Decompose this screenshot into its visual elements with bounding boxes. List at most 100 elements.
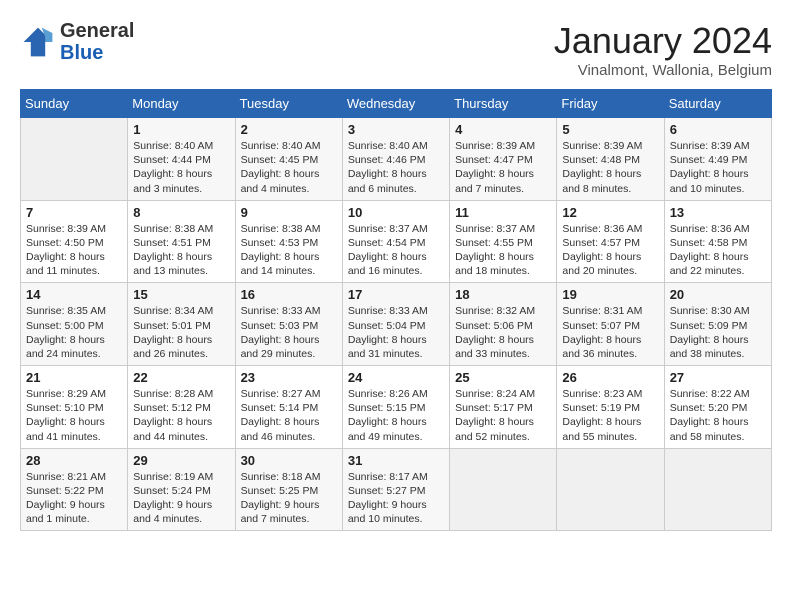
day-number: 20 xyxy=(670,287,766,302)
weekday-header-sunday: Sunday xyxy=(21,90,128,118)
cell-info: Sunrise: 8:22 AM Sunset: 5:20 PM Dayligh… xyxy=(670,387,766,444)
day-number: 29 xyxy=(133,453,229,468)
calendar-cell: 27 Sunrise: 8:22 AM Sunset: 5:20 PM Dayli… xyxy=(664,366,771,449)
week-row-5: 28Sunrise: 8:21 AM Sunset: 5:22 PM Dayli… xyxy=(21,448,772,531)
calendar-cell: 4 Sunrise: 8:39 AM Sunset: 4:47 PM Daylig… xyxy=(450,118,557,201)
cell-info: Sunrise: 8:19 AM Sunset: 5:24 PM Dayligh… xyxy=(133,470,229,527)
calendar-cell: 14 Sunrise: 8:35 AM Sunset: 5:00 PM Dayli… xyxy=(21,283,128,366)
weekday-header-tuesday: Tuesday xyxy=(235,90,342,118)
cell-info: Sunrise: 8:27 AM Sunset: 5:14 PM Dayligh… xyxy=(241,387,337,444)
calendar-cell: 1 Sunrise: 8:40 AM Sunset: 4:44 PM Daylig… xyxy=(128,118,235,201)
cell-info: Sunrise: 8:31 AM Sunset: 5:07 PM Dayligh… xyxy=(562,304,658,361)
title-area: January 2024 Vinalmont, Wallonia, Belgiu… xyxy=(554,20,772,79)
calendar-cell: 28Sunrise: 8:21 AM Sunset: 5:22 PM Dayli… xyxy=(21,448,128,531)
weekday-header-saturday: Saturday xyxy=(664,90,771,118)
day-number: 16 xyxy=(241,287,337,302)
cell-info: Sunrise: 8:18 AM Sunset: 5:25 PM Dayligh… xyxy=(241,470,337,527)
logo-text: General Blue xyxy=(60,20,134,64)
calendar-cell: 25 Sunrise: 8:24 AM Sunset: 5:17 PM Dayli… xyxy=(450,366,557,449)
cell-info: Sunrise: 8:23 AM Sunset: 5:19 PM Dayligh… xyxy=(562,387,658,444)
calendar-cell: 16 Sunrise: 8:33 AM Sunset: 5:03 PM Dayli… xyxy=(235,283,342,366)
weekday-header-friday: Friday xyxy=(557,90,664,118)
day-number: 22 xyxy=(133,370,229,385)
calendar-cell: 9 Sunrise: 8:38 AM Sunset: 4:53 PM Daylig… xyxy=(235,200,342,283)
calendar-cell: 12 Sunrise: 8:36 AM Sunset: 4:57 PM Dayli… xyxy=(557,200,664,283)
cell-info: Sunrise: 8:17 AM Sunset: 5:27 PM Dayligh… xyxy=(348,470,444,527)
calendar-cell: 21 Sunrise: 8:29 AM Sunset: 5:10 PM Dayli… xyxy=(21,366,128,449)
weekday-header-monday: Monday xyxy=(128,90,235,118)
day-number: 7 xyxy=(26,205,122,220)
day-number: 27 xyxy=(670,370,766,385)
day-number: 4 xyxy=(455,122,551,137)
logo-general: General xyxy=(60,20,134,42)
day-number: 14 xyxy=(26,287,122,302)
cell-info: Sunrise: 8:39 AM Sunset: 4:49 PM Dayligh… xyxy=(670,139,766,196)
day-number: 21 xyxy=(26,370,122,385)
cell-info: Sunrise: 8:30 AM Sunset: 5:09 PM Dayligh… xyxy=(670,304,766,361)
calendar-cell: 5Sunrise: 8:39 AM Sunset: 4:48 PM Daylig… xyxy=(557,118,664,201)
cell-info: Sunrise: 8:38 AM Sunset: 4:51 PM Dayligh… xyxy=(133,222,229,279)
calendar-cell: 15Sunrise: 8:34 AM Sunset: 5:01 PM Dayli… xyxy=(128,283,235,366)
day-number: 15 xyxy=(133,287,229,302)
calendar-cell: 24 Sunrise: 8:26 AM Sunset: 5:15 PM Dayli… xyxy=(342,366,449,449)
day-number: 23 xyxy=(241,370,337,385)
calendar-cell: 13 Sunrise: 8:36 AM Sunset: 4:58 PM Dayli… xyxy=(664,200,771,283)
cell-info: Sunrise: 8:39 AM Sunset: 4:47 PM Dayligh… xyxy=(455,139,551,196)
calendar-cell xyxy=(21,118,128,201)
cell-info: Sunrise: 8:40 AM Sunset: 4:46 PM Dayligh… xyxy=(348,139,444,196)
calendar-cell: 29 Sunrise: 8:19 AM Sunset: 5:24 PM Dayli… xyxy=(128,448,235,531)
calendar-cell: 7Sunrise: 8:39 AM Sunset: 4:50 PM Daylig… xyxy=(21,200,128,283)
cell-info: Sunrise: 8:36 AM Sunset: 4:57 PM Dayligh… xyxy=(562,222,658,279)
day-number: 1 xyxy=(133,122,229,137)
day-number: 17 xyxy=(348,287,444,302)
day-number: 12 xyxy=(562,205,658,220)
cell-info: Sunrise: 8:37 AM Sunset: 4:55 PM Dayligh… xyxy=(455,222,551,279)
calendar-table: SundayMondayTuesdayWednesdayThursdayFrid… xyxy=(20,89,772,531)
day-number: 10 xyxy=(348,205,444,220)
calendar-cell: 19 Sunrise: 8:31 AM Sunset: 5:07 PM Dayli… xyxy=(557,283,664,366)
calendar-cell: 22 Sunrise: 8:28 AM Sunset: 5:12 PM Dayli… xyxy=(128,366,235,449)
cell-info: Sunrise: 8:29 AM Sunset: 5:10 PM Dayligh… xyxy=(26,387,122,444)
cell-info: Sunrise: 8:35 AM Sunset: 5:00 PM Dayligh… xyxy=(26,304,122,361)
cell-info: Sunrise: 8:24 AM Sunset: 5:17 PM Dayligh… xyxy=(455,387,551,444)
cell-info: Sunrise: 8:33 AM Sunset: 5:03 PM Dayligh… xyxy=(241,304,337,361)
week-row-4: 21 Sunrise: 8:29 AM Sunset: 5:10 PM Dayli… xyxy=(21,366,772,449)
cell-info: Sunrise: 8:32 AM Sunset: 5:06 PM Dayligh… xyxy=(455,304,551,361)
cell-info: Sunrise: 8:40 AM Sunset: 4:44 PM Dayligh… xyxy=(133,139,229,196)
calendar-cell: 18 Sunrise: 8:32 AM Sunset: 5:06 PM Dayli… xyxy=(450,283,557,366)
cell-info: Sunrise: 8:21 AM Sunset: 5:22 PM Dayligh… xyxy=(26,470,122,527)
day-number: 18 xyxy=(455,287,551,302)
calendar-cell xyxy=(450,448,557,531)
calendar-cell: 2Sunrise: 8:40 AM Sunset: 4:45 PM Daylig… xyxy=(235,118,342,201)
cell-info: Sunrise: 8:26 AM Sunset: 5:15 PM Dayligh… xyxy=(348,387,444,444)
calendar-cell: 31Sunrise: 8:17 AM Sunset: 5:27 PM Dayli… xyxy=(342,448,449,531)
day-number: 25 xyxy=(455,370,551,385)
calendar-cell: 23 Sunrise: 8:27 AM Sunset: 5:14 PM Dayli… xyxy=(235,366,342,449)
day-number: 2 xyxy=(241,122,337,137)
day-number: 5 xyxy=(562,122,658,137)
calendar-cell: 26 Sunrise: 8:23 AM Sunset: 5:19 PM Dayli… xyxy=(557,366,664,449)
day-number: 9 xyxy=(241,205,337,220)
calendar-cell: 11 Sunrise: 8:37 AM Sunset: 4:55 PM Dayli… xyxy=(450,200,557,283)
day-number: 30 xyxy=(241,453,337,468)
day-number: 26 xyxy=(562,370,658,385)
day-number: 8 xyxy=(133,205,229,220)
week-row-1: 1 Sunrise: 8:40 AM Sunset: 4:44 PM Daylig… xyxy=(21,118,772,201)
cell-info: Sunrise: 8:38 AM Sunset: 4:53 PM Dayligh… xyxy=(241,222,337,279)
day-number: 3 xyxy=(348,122,444,137)
cell-info: Sunrise: 8:36 AM Sunset: 4:58 PM Dayligh… xyxy=(670,222,766,279)
cell-info: Sunrise: 8:28 AM Sunset: 5:12 PM Dayligh… xyxy=(133,387,229,444)
cell-info: Sunrise: 8:37 AM Sunset: 4:54 PM Dayligh… xyxy=(348,222,444,279)
day-number: 13 xyxy=(670,205,766,220)
calendar-cell xyxy=(664,448,771,531)
week-row-3: 14 Sunrise: 8:35 AM Sunset: 5:00 PM Dayli… xyxy=(21,283,772,366)
location: Vinalmont, Wallonia, Belgium xyxy=(554,62,772,79)
weekday-header-wednesday: Wednesday xyxy=(342,90,449,118)
calendar-cell: 3 Sunrise: 8:40 AM Sunset: 4:46 PM Daylig… xyxy=(342,118,449,201)
logo-blue: Blue xyxy=(60,42,103,64)
day-number: 11 xyxy=(455,205,551,220)
day-number: 19 xyxy=(562,287,658,302)
week-row-2: 7Sunrise: 8:39 AM Sunset: 4:50 PM Daylig… xyxy=(21,200,772,283)
calendar-cell: 30 Sunrise: 8:18 AM Sunset: 5:25 PM Dayli… xyxy=(235,448,342,531)
day-number: 24 xyxy=(348,370,444,385)
